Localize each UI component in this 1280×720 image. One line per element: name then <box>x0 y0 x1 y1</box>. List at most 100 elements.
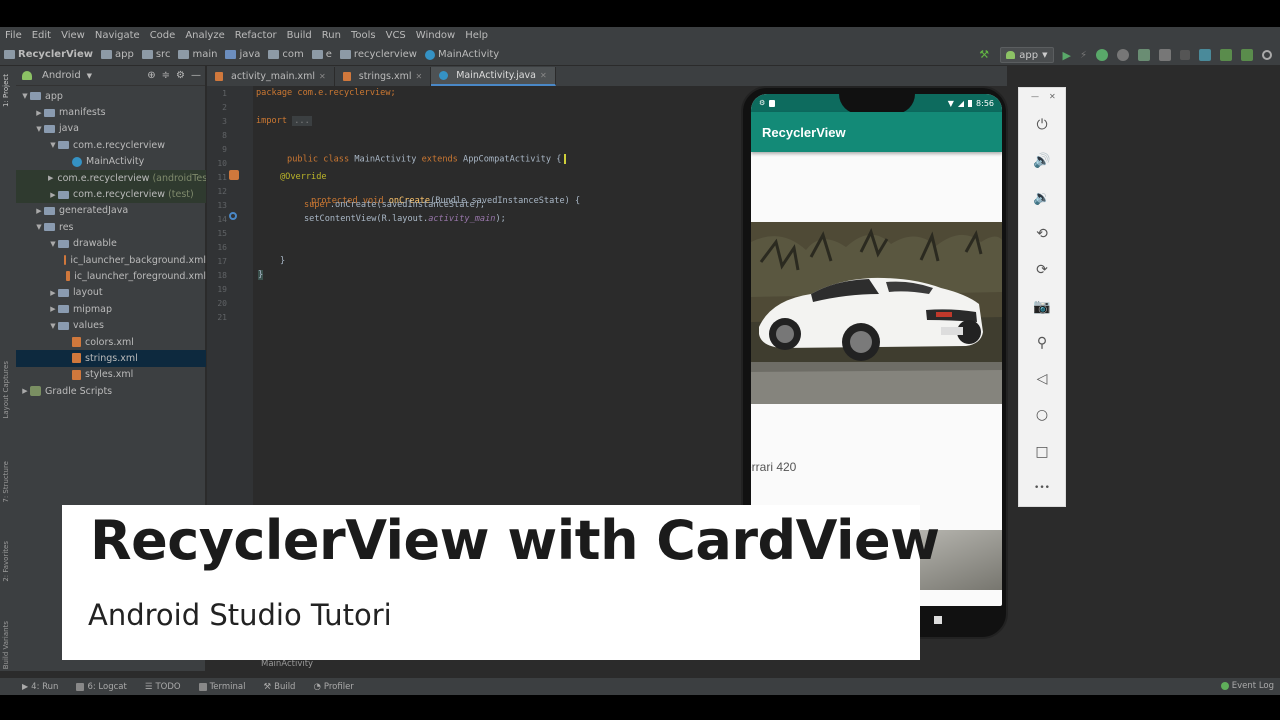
tree-item[interactable]: ▶ com.e.recyclerview(androidTest) <box>16 169 206 187</box>
menu-run[interactable]: Run <box>317 30 346 41</box>
menu-analyze[interactable]: Analyze <box>180 30 229 41</box>
project-view-select[interactable]: Android <box>42 70 81 81</box>
run-icon[interactable]: ▶ <box>1063 49 1071 62</box>
search-everywhere-icon[interactable] <box>1262 50 1272 60</box>
menu-code[interactable]: Code <box>145 30 181 41</box>
debug-icon[interactable] <box>1096 49 1108 61</box>
camera-icon[interactable]: 📷 <box>1032 297 1052 317</box>
breadcrumb-com[interactable]: com <box>264 49 307 60</box>
close-icon[interactable]: ✕ <box>416 72 423 81</box>
menu-help[interactable]: Help <box>460 30 493 41</box>
overview-nav-button[interactable] <box>934 616 942 624</box>
power-icon[interactable]: ⏻ <box>1032 115 1052 135</box>
chevron-down-icon[interactable]: ▼ <box>20 92 30 100</box>
hide-panel-icon[interactable]: — <box>191 70 201 81</box>
breadcrumb-mainactivity[interactable]: MainActivity <box>421 49 503 60</box>
tree-item[interactable]: ▼ com.e.recyclerview <box>16 137 206 153</box>
tree-item[interactable]: ▼ java <box>16 121 206 137</box>
chevron-down-icon[interactable]: ▼ <box>34 223 44 231</box>
menu-navigate[interactable]: Navigate <box>90 30 145 41</box>
tree-item[interactable]: ▶ manifests <box>16 104 206 120</box>
volume-up-icon[interactable]: 🔊 <box>1032 151 1052 171</box>
tool-event-log[interactable]: Event Log <box>1220 681 1274 691</box>
locate-icon[interactable]: ⊕ <box>147 70 155 81</box>
breadcrumb-project[interactable]: RecyclerView <box>0 49 97 60</box>
overview-icon[interactable]: □ <box>1032 442 1052 462</box>
override-method-icon[interactable] <box>229 212 237 220</box>
tree-item[interactable]: colors.xml <box>16 334 206 350</box>
avd-manager-icon[interactable] <box>1220 49 1232 61</box>
code-import-fold[interactable]: ... <box>292 116 312 126</box>
tree-item[interactable]: ▶ Gradle Scripts <box>16 383 206 399</box>
chevron-right-icon[interactable]: ▶ <box>34 207 44 215</box>
tab-mainactivity-java[interactable]: MainActivity.java ✕ <box>431 67 556 86</box>
menu-refactor[interactable]: Refactor <box>230 30 282 41</box>
close-icon[interactable]: ✕ <box>319 72 326 81</box>
sync-gradle-icon[interactable] <box>1199 49 1211 61</box>
chevron-down-icon[interactable]: ▼ <box>87 72 92 80</box>
menu-file[interactable]: File <box>0 30 27 41</box>
tool-todo[interactable]: ☰ TODO <box>145 682 181 692</box>
chevron-right-icon[interactable]: ▶ <box>48 174 53 182</box>
tool-logcat[interactable]: 6: Logcat <box>76 682 127 692</box>
more-icon[interactable]: ••• <box>1032 478 1052 498</box>
activity-class-icon[interactable] <box>229 170 239 180</box>
close-icon[interactable]: ✕ <box>540 71 547 80</box>
tree-item[interactable]: ▼ res <box>16 219 206 235</box>
tool-tab-favorites[interactable]: 2: Favorites <box>2 541 10 582</box>
tree-item[interactable]: styles.xml <box>16 367 206 383</box>
tree-item[interactable]: ▶ com.e.recyclerview (test) <box>16 186 206 203</box>
chevron-down-icon[interactable]: ▼ <box>34 125 44 133</box>
tree-item[interactable]: ▼ values <box>16 317 206 333</box>
tree-item[interactable]: MainActivity <box>16 154 206 170</box>
menu-tools[interactable]: Tools <box>346 30 381 41</box>
tool-tab-layout-captures[interactable]: Layout Captures <box>2 361 10 419</box>
chevron-right-icon[interactable]: ▶ <box>34 109 44 117</box>
tool-terminal[interactable]: Terminal <box>198 682 245 692</box>
chevron-right-icon[interactable]: ▶ <box>20 387 30 395</box>
apply-changes-icon[interactable]: ⚡ <box>1080 50 1087 61</box>
volume-down-icon[interactable]: 🔉 <box>1032 188 1052 208</box>
menu-build[interactable]: Build <box>282 30 317 41</box>
back-icon[interactable]: ◁ <box>1032 369 1052 389</box>
tree-item[interactable]: ▼ app <box>16 88 206 104</box>
breadcrumb-e[interactable]: e <box>308 49 336 60</box>
chevron-right-icon[interactable]: ▶ <box>48 191 58 199</box>
tool-run[interactable]: ▶ 4: Run <box>22 682 58 692</box>
run-config-select[interactable]: app ▼ <box>1000 47 1054 63</box>
tool-profiler[interactable]: ◔ Profiler <box>313 682 353 692</box>
profile-icon[interactable] <box>1117 49 1129 61</box>
tree-item[interactable]: ▶ layout <box>16 285 206 301</box>
breadcrumb-main[interactable]: main <box>174 49 221 60</box>
collapse-all-icon[interactable]: ≑ <box>162 70 170 81</box>
rotate-left-icon[interactable]: ⟲ <box>1032 224 1052 244</box>
attach-debugger-icon[interactable] <box>1138 49 1150 61</box>
tree-item[interactable]: ▶ generatedJava <box>16 203 206 219</box>
menu-window[interactable]: Window <box>411 30 460 41</box>
breadcrumb-app[interactable]: app <box>97 49 138 60</box>
menu-vcs[interactable]: VCS <box>381 30 411 41</box>
breadcrumb-java[interactable]: java <box>221 49 264 60</box>
close-icon[interactable]: ✕ <box>1049 92 1056 101</box>
tab-strings-xml[interactable]: strings.xml ✕ <box>335 67 432 86</box>
editor-breadcrumb[interactable]: MainActivity <box>253 659 743 671</box>
tree-item[interactable]: ic_launcher_background.xml <box>16 252 206 268</box>
tool-tab-structure[interactable]: 7: Structure <box>2 461 10 503</box>
chevron-down-icon[interactable]: ▼ <box>48 141 58 149</box>
settings-gear-icon[interactable]: ⚙ <box>176 70 185 81</box>
tree-item[interactable]: ▶ mipmap <box>16 301 206 317</box>
menu-edit[interactable]: Edit <box>27 30 56 41</box>
tool-build[interactable]: ⚒ Build <box>263 682 295 692</box>
chevron-right-icon[interactable]: ▶ <box>48 305 58 313</box>
make-project-icon[interactable]: ⚒ <box>979 49 991 61</box>
chevron-down-icon[interactable]: ▼ <box>48 240 58 248</box>
chevron-right-icon[interactable]: ▶ <box>48 289 58 297</box>
rotate-right-icon[interactable]: ⟳ <box>1032 260 1052 280</box>
tree-item[interactable]: ic_launcher_foreground.xml <box>16 268 206 284</box>
zoom-icon[interactable]: ⚲ <box>1032 333 1052 353</box>
chevron-down-icon[interactable]: ▼ <box>48 322 58 330</box>
tool-tab-build-variants[interactable]: Build Variants <box>2 621 10 669</box>
breadcrumb-recyclerview[interactable]: recyclerview <box>336 49 421 60</box>
tree-item[interactable]: strings.xml <box>16 350 206 367</box>
tab-activity-main-xml[interactable]: activity_main.xml ✕ <box>207 67 335 86</box>
